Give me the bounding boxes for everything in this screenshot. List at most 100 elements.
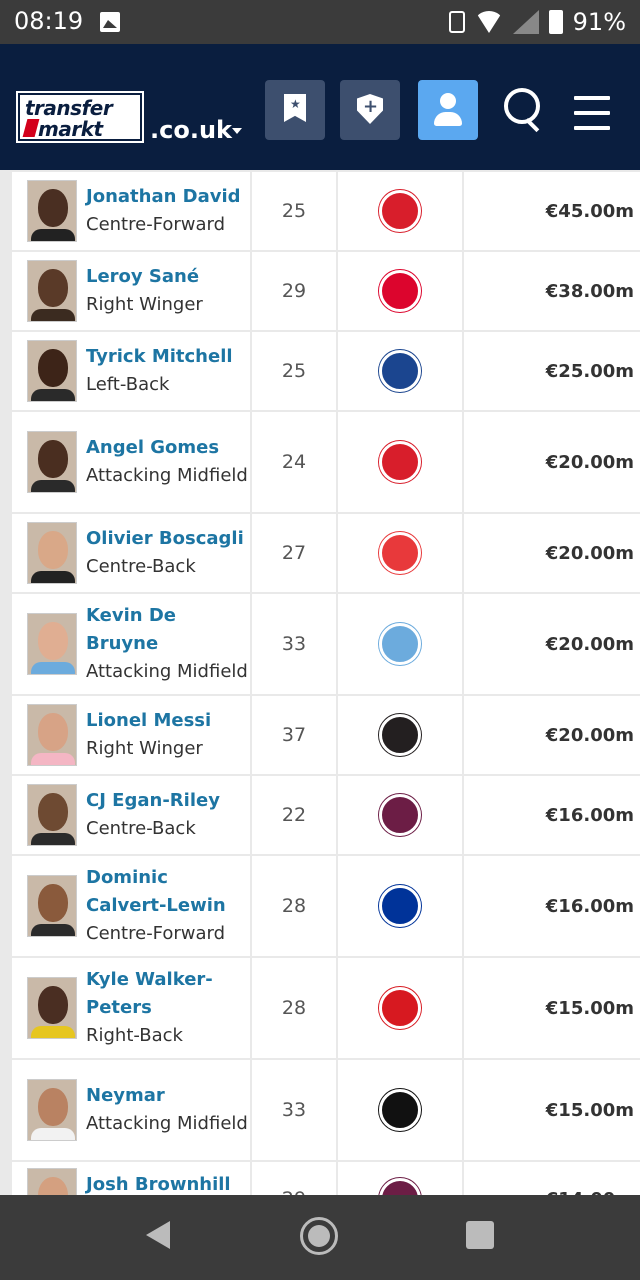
- player-age: 33: [250, 1058, 338, 1162]
- club-cell: [336, 592, 464, 696]
- player-photo[interactable]: [27, 977, 77, 1039]
- player-name-link[interactable]: Neymar: [86, 1082, 248, 1110]
- player-name-link[interactable]: Angel Gomes: [86, 434, 248, 462]
- burnley-crest-icon[interactable]: [379, 1178, 421, 1195]
- table-row[interactable]: Kyle Walker-Peters Right-Back 28 €15.00m: [10, 956, 640, 1060]
- market-value[interactable]: €20.00m: [462, 410, 640, 514]
- market-value[interactable]: €20.00m: [462, 512, 640, 594]
- bayern-crest-icon[interactable]: [379, 270, 421, 312]
- southampton-crest-icon[interactable]: [379, 987, 421, 1029]
- search-icon[interactable]: [504, 88, 540, 124]
- club-cell: [336, 1058, 464, 1162]
- player-photo[interactable]: [27, 180, 77, 242]
- watchlist-button[interactable]: ★: [265, 80, 325, 140]
- player-photo[interactable]: [27, 704, 77, 766]
- lille-crest-icon[interactable]: [379, 441, 421, 483]
- player-cell: Neymar Attacking Midfield: [10, 1058, 252, 1162]
- player-age: 29: [250, 1160, 338, 1195]
- android-nav-bar: [0, 1195, 640, 1280]
- player-photo[interactable]: [27, 1168, 77, 1195]
- club-cell: [336, 512, 464, 594]
- market-value[interactable]: €15.00m: [462, 1058, 640, 1162]
- player-photo[interactable]: [27, 1079, 77, 1141]
- player-position: Centre-Back: [86, 556, 196, 577]
- table-row[interactable]: Josh BrownhillCentral Midfield29 €14.00m: [10, 1160, 640, 1195]
- player-age: 28: [250, 956, 338, 1060]
- recent-apps-icon[interactable]: [466, 1221, 494, 1249]
- market-value[interactable]: €25.00m: [462, 330, 640, 412]
- battery-percent: 91%: [572, 8, 626, 36]
- player-name-link[interactable]: Leroy Sané: [86, 263, 203, 291]
- player-photo[interactable]: [27, 340, 77, 402]
- player-photo[interactable]: [27, 431, 77, 493]
- table-row[interactable]: Jonathan David Centre-Forward 25 €45.00m: [10, 170, 640, 252]
- player-photo[interactable]: [27, 875, 77, 937]
- table-row[interactable]: Kevin De Bruyne Attacking Midfield 33 €20.0…: [10, 592, 640, 696]
- player-name-link[interactable]: Dominic Calvert-Lewin: [86, 864, 250, 920]
- player-cell: Jonathan David Centre-Forward: [10, 170, 252, 252]
- domain-selector[interactable]: .co.uk: [150, 116, 232, 144]
- players-table: Jonathan David Centre-Forward 25 €45.00m Ler…: [10, 170, 640, 1195]
- star-icon: ★: [290, 97, 301, 111]
- transfermarkt-logo[interactable]: transfer markt: [16, 91, 144, 143]
- table-row[interactable]: Lionel Messi Right Winger 37 €20.00m: [10, 694, 640, 776]
- market-value[interactable]: €38.00m: [462, 250, 640, 332]
- player-name-link[interactable]: Tyrick Mitchell: [86, 343, 233, 371]
- player-name-link[interactable]: CJ Egan-Riley: [86, 787, 220, 815]
- player-name-link[interactable]: Josh Brownhill: [86, 1171, 231, 1195]
- market-value[interactable]: €45.00m: [462, 170, 640, 252]
- man-city-crest-icon[interactable]: [379, 623, 421, 665]
- gallery-notification-icon: [100, 12, 120, 32]
- crystal-palace-crest-icon[interactable]: [379, 350, 421, 392]
- club-cell: [336, 694, 464, 776]
- player-cell: Tyrick Mitchell Left-Back: [10, 330, 252, 412]
- player-position: Centre-Forward: [86, 214, 226, 235]
- market-value[interactable]: €15.00m: [462, 956, 640, 1060]
- table-row[interactable]: Olivier Boscagli Centre-Back 27 €20.00m: [10, 512, 640, 594]
- battery-icon: [548, 10, 563, 34]
- player-cell: Leroy Sané Right Winger: [10, 250, 252, 332]
- everton-crest-icon[interactable]: [379, 885, 421, 927]
- profile-button[interactable]: [418, 80, 478, 140]
- market-value[interactable]: €16.00m: [462, 774, 640, 856]
- table-row[interactable]: Neymar Attacking Midfield 33 €15.00m: [10, 1058, 640, 1162]
- psv-crest-icon[interactable]: [379, 532, 421, 574]
- logo-text-bottom: markt: [38, 117, 103, 141]
- player-name-link[interactable]: Kevin De Bruyne: [86, 602, 250, 658]
- lille-crest-icon[interactable]: [379, 190, 421, 232]
- player-age: 25: [250, 330, 338, 412]
- player-list: Jonathan David Centre-Forward 25 €45.00m Ler…: [0, 170, 640, 1195]
- player-age: 28: [250, 854, 338, 958]
- chevron-down-icon[interactable]: [232, 128, 242, 134]
- table-row[interactable]: CJ Egan-Riley Centre-Back 22 €16.00m: [10, 774, 640, 856]
- market-value[interactable]: €14.00m: [462, 1160, 640, 1195]
- player-name-link[interactable]: Jonathan David: [86, 183, 241, 211]
- market-value[interactable]: €20.00m: [462, 694, 640, 776]
- inter-miami-crest-icon[interactable]: [379, 714, 421, 756]
- hamburger-menu-icon[interactable]: [574, 96, 610, 141]
- back-icon[interactable]: [146, 1221, 170, 1249]
- player-cell: Lionel Messi Right Winger: [10, 694, 252, 776]
- market-value[interactable]: €20.00m: [462, 592, 640, 696]
- table-row[interactable]: Dominic Calvert-Lewin Centre-Forward 28 €16…: [10, 854, 640, 958]
- site-header: transfer markt .co.uk ★ +: [0, 44, 640, 170]
- add-club-button[interactable]: +: [340, 80, 400, 140]
- table-row[interactable]: Angel Gomes Attacking Midfield 24 €20.00m: [10, 410, 640, 514]
- player-age: 33: [250, 592, 338, 696]
- player-position: Centre-Forward: [86, 923, 226, 944]
- santos-crest-icon[interactable]: [379, 1089, 421, 1131]
- table-row[interactable]: Leroy Sané Right Winger 29 €38.00m: [10, 250, 640, 332]
- player-name-link[interactable]: Olivier Boscagli: [86, 525, 244, 553]
- home-icon[interactable]: [300, 1217, 338, 1255]
- player-position: Right Winger: [86, 738, 203, 759]
- player-photo[interactable]: [27, 613, 77, 675]
- player-photo[interactable]: [27, 784, 77, 846]
- table-row[interactable]: Tyrick Mitchell Left-Back 25 €25.00m: [10, 330, 640, 412]
- player-photo[interactable]: [27, 260, 77, 322]
- burnley-crest-icon[interactable]: [379, 794, 421, 836]
- player-name-link[interactable]: Lionel Messi: [86, 707, 211, 735]
- player-name-link[interactable]: Kyle Walker-Peters: [86, 966, 250, 1022]
- player-photo[interactable]: [27, 522, 77, 584]
- market-value[interactable]: €16.00m: [462, 854, 640, 958]
- player-cell: Kevin De Bruyne Attacking Midfield: [10, 592, 252, 696]
